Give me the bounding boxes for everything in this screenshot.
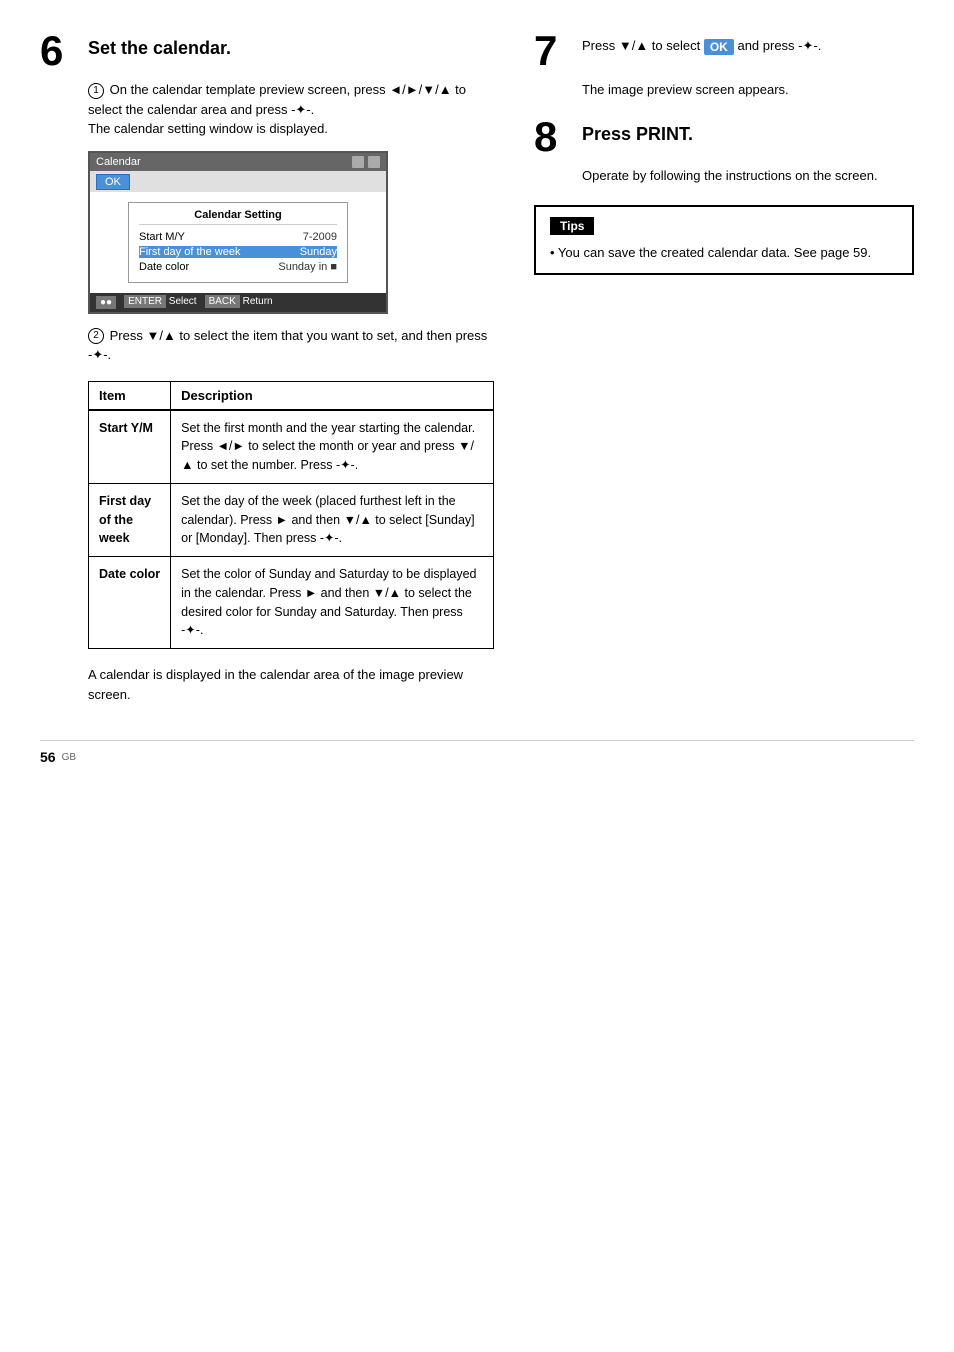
step8-title: Press PRINT.: [582, 124, 693, 144]
cal-title-text: Calendar: [96, 156, 141, 168]
cal-row-firstday: First day of the week Sunday: [139, 246, 337, 258]
left-column: 6 Set the calendar. 1 On the calendar te…: [40, 30, 494, 710]
circle-2: 2: [88, 328, 104, 344]
table-row: Date color Set the color of Sunday and S…: [89, 557, 494, 649]
cal-row-startmy: Start M/Y 7-2009: [139, 231, 337, 243]
item-datecolor: Date color: [89, 557, 171, 649]
step7-header: 7 Press ▼/▲ to select OK and press -✦-.: [534, 30, 914, 72]
cal-footer: ●● ENTER Select BACK Return: [90, 293, 386, 312]
item-startym: Start Y/M: [89, 410, 171, 484]
page-footer: 56 GB: [40, 740, 914, 765]
step7-number: 7: [534, 30, 570, 72]
sub2-text: Press ▼/▲ to select the item that you wa…: [88, 328, 487, 363]
step7-text1: Press ▼/▲ to select: [582, 38, 700, 53]
cal-content: Calendar Setting Start M/Y 7-2009 First …: [90, 192, 386, 293]
page-locale: GB: [62, 752, 76, 763]
cal-close-icon: [368, 156, 380, 168]
cal-datecolor-value: Sunday in ■: [278, 261, 337, 273]
step7-sub: The image preview screen appears.: [582, 80, 914, 100]
step8-header: 8 Press PRINT.: [534, 116, 914, 158]
table-row: Start Y/M Set the first month and the ye…: [89, 410, 494, 484]
item-firstday: First dayof theweek: [89, 483, 171, 556]
cal-datecolor-label: Date color: [139, 261, 189, 273]
cal-firstday-label: First day of the week: [139, 246, 241, 258]
cal-titlebar-icons: [352, 156, 380, 168]
step7-body: The image preview screen appears.: [582, 80, 914, 100]
step6-header: 6 Set the calendar.: [40, 30, 494, 72]
cal-row-datecolor: Date color Sunday in ■: [139, 261, 337, 273]
tips-body: • You can save the created calendar data…: [550, 243, 898, 263]
tips-box: Tips • You can save the created calendar…: [534, 205, 914, 275]
cal-startmy-value: 7-2009: [303, 231, 337, 243]
cal-footer-nav: ●●: [96, 296, 116, 309]
ok-badge: OK: [704, 39, 734, 55]
desc-datecolor: Set the color of Sunday and Saturday to …: [171, 557, 494, 649]
cal-firstday-value: Sunday: [300, 246, 337, 258]
calendar-mockup: Calendar OK Calendar Setting Start M/Y 7…: [88, 151, 388, 314]
tips-bullet: • You can save the created calendar data…: [550, 245, 871, 260]
sub-step-1: 1 On the calendar template preview scree…: [88, 80, 494, 139]
tips-header: Tips: [550, 217, 594, 235]
page-number: 56: [40, 749, 56, 765]
step8-number: 8: [534, 116, 570, 158]
cal-minimize-icon: [352, 156, 364, 168]
col-header-description: Description: [171, 381, 494, 410]
calendar-note: A calendar is displayed in the calendar …: [88, 665, 494, 704]
cal-setting-title: Calendar Setting: [139, 209, 337, 225]
step8-body: Operate by following the instructions on…: [582, 166, 914, 186]
table-row: First dayof theweek Set the day of the w…: [89, 483, 494, 556]
step6-number: 6: [40, 30, 76, 72]
info-table: Item Description Start Y/M Set the first…: [88, 381, 494, 650]
sub1-result: The calendar setting window is displayed…: [88, 121, 328, 136]
desc-firstday: Set the day of the week (placed furthest…: [171, 483, 494, 556]
step7-title: Press ▼/▲ to select OK and press -✦-.: [582, 38, 821, 55]
step8-title-text: Press PRINT.: [582, 124, 693, 145]
cal-startmy-label: Start M/Y: [139, 231, 185, 243]
step7-text2: and press -✦-.: [737, 38, 821, 53]
step8-sub: Operate by following the instructions on…: [582, 166, 914, 186]
sub1-text: On the calendar template preview screen,…: [88, 82, 466, 117]
cal-titlebar: Calendar: [90, 153, 386, 171]
cal-ok-bar: OK: [90, 171, 386, 192]
circle-1: 1: [88, 83, 104, 99]
step6-title: Set the calendar.: [88, 38, 231, 59]
cal-footer-enter: ENTER Select: [124, 296, 196, 309]
desc-startym: Set the first month and the year startin…: [171, 410, 494, 484]
cal-setting-box: Calendar Setting Start M/Y 7-2009 First …: [128, 202, 348, 283]
right-column: 7 Press ▼/▲ to select OK and press -✦-. …: [534, 30, 914, 710]
cal-footer-back: BACK Return: [205, 296, 273, 309]
col-header-item: Item: [89, 381, 171, 410]
step6-body: 1 On the calendar template preview scree…: [88, 80, 494, 704]
cal-ok-button[interactable]: OK: [96, 174, 130, 190]
sub-step-2: 2 Press ▼/▲ to select the item that you …: [88, 326, 494, 365]
